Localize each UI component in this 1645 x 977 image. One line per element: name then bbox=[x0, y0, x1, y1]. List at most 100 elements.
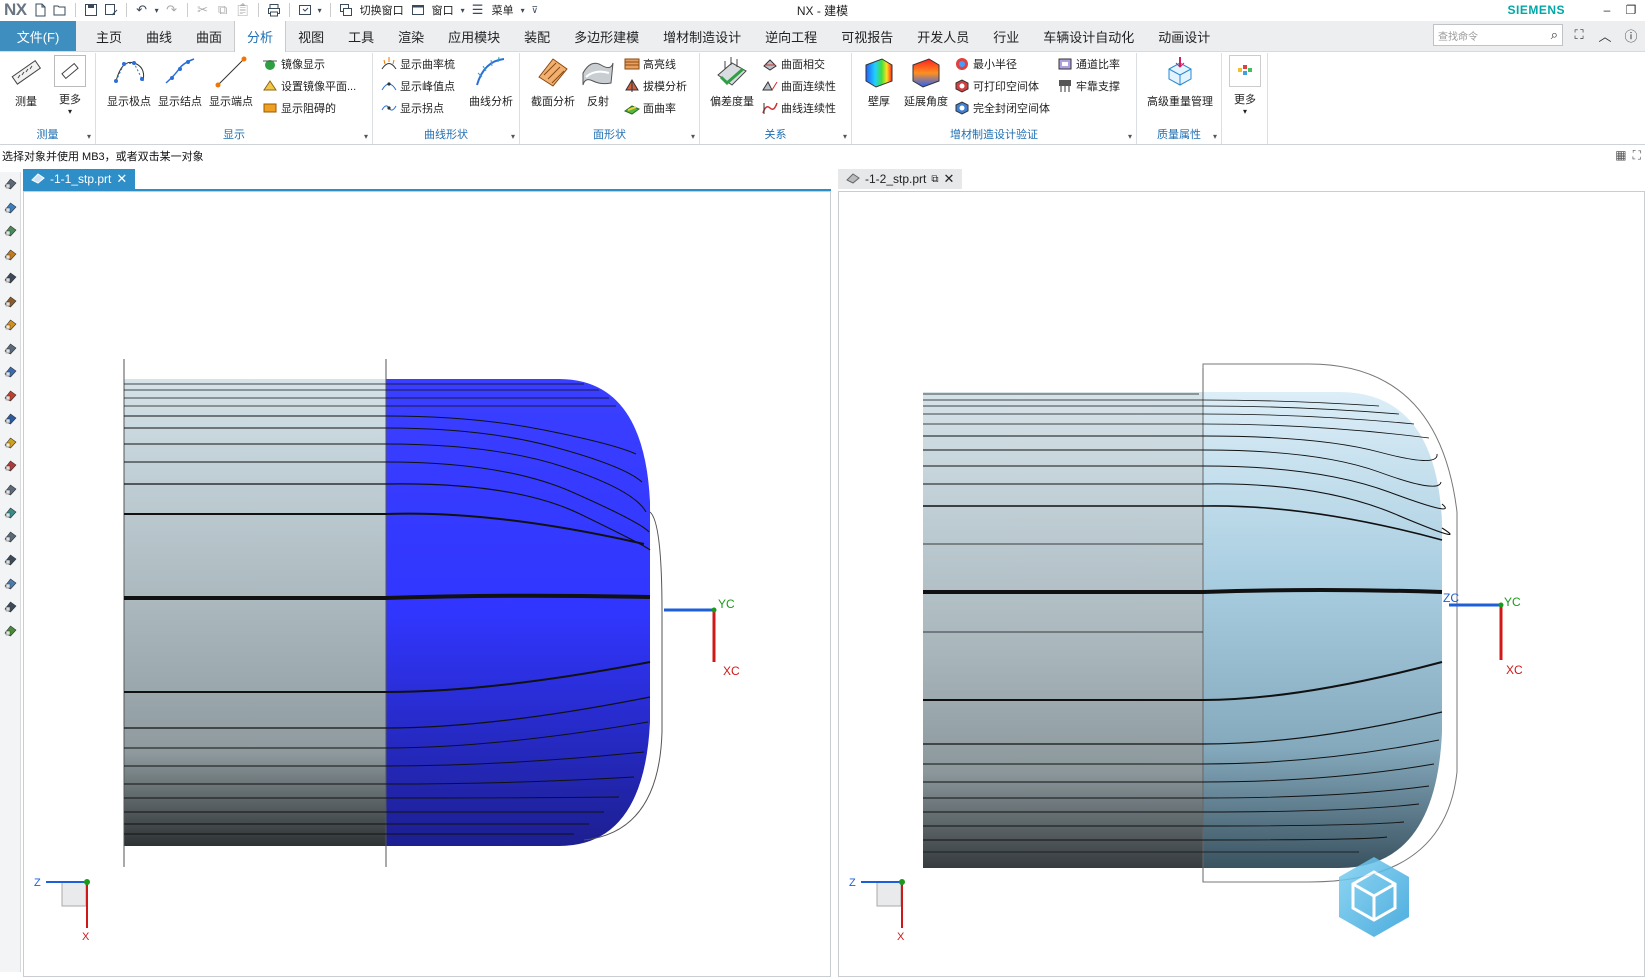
command-search-input[interactable]: 查找命令 ⌕ bbox=[1433, 24, 1563, 46]
menu-icon[interactable]: ☰ bbox=[469, 2, 487, 18]
face-curvature-button[interactable]: 面曲率 bbox=[624, 100, 676, 116]
channel-ratio-button[interactable]: 通道比率 bbox=[1057, 56, 1120, 72]
printable-void-button[interactable]: 可打印空间体 bbox=[954, 78, 1039, 94]
undo-icon[interactable]: ↶ bbox=[133, 2, 151, 18]
tab-6[interactable]: 渲染 bbox=[386, 21, 436, 51]
web-browser-icon[interactable] bbox=[0, 290, 21, 314]
cap-face[interactable] bbox=[1203, 392, 1442, 868]
close-tab-icon[interactable]: ✕ bbox=[116, 171, 127, 187]
file-menu-tab[interactable]: 文件(F) bbox=[0, 21, 76, 51]
tab-2[interactable]: 曲面 bbox=[184, 21, 234, 51]
window-icon[interactable] bbox=[409, 2, 427, 18]
customize-qat-icon[interactable]: ⊽ bbox=[529, 2, 541, 18]
tab-3[interactable]: 分析 bbox=[234, 21, 287, 52]
tab-13[interactable]: 开发人员 bbox=[905, 21, 981, 51]
help-icon[interactable]: ⓘ bbox=[1621, 24, 1641, 46]
section-analysis-button[interactable]: 截面分析 bbox=[528, 55, 578, 109]
left-part-tab[interactable]: -1-1_stp.prt ✕ bbox=[23, 169, 136, 189]
visual-report-icon[interactable] bbox=[0, 525, 21, 549]
tab-9[interactable]: 多边形建模 bbox=[562, 21, 651, 51]
touch-mode-dropdown-icon[interactable]: ▾ bbox=[316, 2, 324, 18]
reuse-parts-icon[interactable] bbox=[0, 431, 21, 455]
left-graphics-area[interactable]: YC XC Z X bbox=[23, 191, 831, 977]
tab-11[interactable]: 逆向工程 bbox=[753, 21, 829, 51]
reuse-library-icon[interactable] bbox=[0, 243, 21, 267]
save-icon[interactable] bbox=[82, 2, 100, 18]
menu-button[interactable]: 菜单 bbox=[489, 2, 517, 18]
overhang-angle-button[interactable]: 延展角度 bbox=[900, 55, 952, 109]
set-mirror-plane-button[interactable]: 设置镜像平面... bbox=[262, 78, 356, 94]
restore-icon[interactable]: ❐ bbox=[1619, 0, 1643, 20]
group-dropdown-icon[interactable]: ▾ bbox=[691, 132, 695, 141]
right-part-tab[interactable]: -1-2_stp.prt ⧉ ✕ bbox=[838, 169, 963, 189]
right-model-view[interactable]: ZC YC XC Z X bbox=[839, 192, 1645, 977]
tab-7[interactable]: 应用模块 bbox=[436, 21, 512, 51]
menu-dropdown-icon[interactable]: ▾ bbox=[519, 2, 527, 18]
enclosed-void-button[interactable]: 完全封闭空间体 bbox=[954, 100, 1050, 116]
group-dropdown-icon[interactable]: ▾ bbox=[511, 132, 515, 141]
show-poles-button[interactable]: 显示极点 bbox=[101, 55, 157, 109]
collapse-ribbon-icon[interactable]: ︿ bbox=[1595, 24, 1615, 46]
tab-10[interactable]: 增材制造设计 bbox=[651, 21, 753, 51]
face-continuity-button[interactable]: 曲面连续性 bbox=[762, 78, 836, 94]
view-triad[interactable]: Z X bbox=[849, 877, 905, 943]
open-folder-icon[interactable] bbox=[51, 2, 69, 18]
layer-icon[interactable] bbox=[0, 595, 21, 619]
measure-navigator-icon[interactable] bbox=[0, 501, 21, 525]
part-navigator-icon[interactable] bbox=[0, 172, 21, 196]
search-icon[interactable]: ⌕ bbox=[1551, 27, 1558, 43]
advanced-mass-button[interactable]: 高级重量管理 bbox=[1145, 55, 1215, 109]
undo-dropdown-icon[interactable]: ▾ bbox=[153, 2, 161, 18]
print-icon[interactable] bbox=[265, 2, 283, 18]
cut-icon[interactable]: ✂ bbox=[194, 2, 212, 18]
cylinder-body[interactable] bbox=[923, 392, 1203, 868]
system-scene-icon[interactable] bbox=[0, 407, 21, 431]
save-as-icon[interactable] bbox=[102, 2, 120, 18]
work-csys[interactable]: YC XC bbox=[664, 597, 740, 678]
tab-4[interactable]: 视图 bbox=[286, 21, 336, 51]
tab-16[interactable]: 动画设计 bbox=[1146, 21, 1222, 51]
show-inflections-button[interactable]: 显示拐点 bbox=[381, 100, 444, 116]
process-studio-icon[interactable] bbox=[0, 337, 21, 361]
min-radius-button[interactable]: 最小半径 bbox=[954, 56, 1017, 72]
assembly-navigator-icon[interactable] bbox=[0, 196, 21, 220]
fullscreen-icon[interactable]: ⛶ bbox=[1569, 24, 1589, 46]
hd3d-tools-icon[interactable] bbox=[0, 266, 21, 290]
selected-cap-face[interactable] bbox=[386, 379, 650, 846]
face-intersect-button[interactable]: 曲面相交 bbox=[762, 56, 825, 72]
support-button[interactable]: 牢靠支撑 bbox=[1057, 78, 1120, 94]
highlight-lines-button[interactable]: 高亮线 bbox=[624, 56, 676, 72]
work-csys[interactable]: ZC YC XC bbox=[1443, 591, 1523, 677]
paste-icon[interactable]: 📋︎ bbox=[234, 2, 252, 18]
manufacturing-icon[interactable] bbox=[0, 454, 21, 478]
show-knots-button[interactable]: 显示结点 bbox=[152, 55, 208, 109]
group-dropdown-icon[interactable]: ▾ bbox=[1213, 132, 1217, 141]
fullscreen-graphics-icon[interactable]: ⛶ bbox=[1633, 148, 1641, 163]
tab-5[interactable]: 工具 bbox=[336, 21, 386, 51]
minimize-icon[interactable]: – bbox=[1595, 0, 1619, 20]
switch-window-button[interactable]: 切换窗口 bbox=[357, 2, 407, 18]
show-peak-points-button[interactable]: 显示峰值点 bbox=[381, 78, 455, 94]
ribbon-more-button[interactable]: 更多 ▾ bbox=[1222, 55, 1268, 116]
curve-continuity-button[interactable]: 曲线连续性 bbox=[762, 100, 836, 116]
constraint-navigator-icon[interactable] bbox=[0, 219, 21, 243]
show-curvature-comb-button[interactable]: 显示曲率梳 bbox=[381, 56, 455, 72]
tab-0[interactable]: 主页 bbox=[84, 21, 134, 51]
show-endpoints-button[interactable]: 显示端点 bbox=[203, 55, 259, 109]
window-menu-button[interactable]: 窗口 bbox=[429, 2, 457, 18]
deviation-gauge-button[interactable]: 偏差度量 bbox=[706, 55, 758, 109]
cylinder-body[interactable] bbox=[124, 379, 386, 846]
info-window-icon[interactable] bbox=[0, 619, 21, 643]
group-dropdown-icon[interactable]: ▾ bbox=[87, 132, 91, 141]
measure-more-button[interactable]: 更多 ▾ bbox=[46, 55, 94, 116]
group-dropdown-icon[interactable]: ▾ bbox=[843, 132, 847, 141]
view-triad[interactable]: Z X bbox=[34, 877, 90, 943]
graphics-window-icon[interactable]: ▦ bbox=[1615, 148, 1626, 163]
new-file-icon[interactable] bbox=[31, 2, 49, 18]
tab-12[interactable]: 可视报告 bbox=[829, 21, 905, 51]
tab-8[interactable]: 装配 bbox=[512, 21, 562, 51]
close-tab-icon[interactable]: ✕ bbox=[944, 171, 955, 187]
tab-1[interactable]: 曲线 bbox=[134, 21, 184, 51]
switch-window-icon[interactable] bbox=[337, 2, 355, 18]
roles-icon[interactable] bbox=[0, 360, 21, 384]
